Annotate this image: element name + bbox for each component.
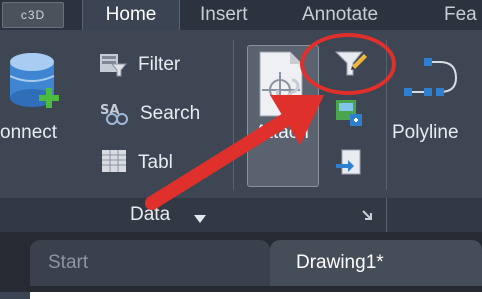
tab-feature[interactable]: Fea bbox=[444, 0, 482, 30]
footer-separator bbox=[386, 198, 387, 232]
application-button[interactable]: c3D bbox=[2, 2, 64, 28]
drawing-canvas[interactable] bbox=[30, 292, 482, 299]
table-icon[interactable] bbox=[102, 150, 126, 177]
polyline-label[interactable]: Polyline bbox=[392, 122, 459, 144]
dialog-launcher-icon[interactable] bbox=[361, 208, 373, 226]
snap-to-underlay-icon[interactable] bbox=[336, 148, 364, 183]
tab-annotate[interactable]: Annotate bbox=[302, 0, 402, 30]
ribbon-tab-strip: c3D Home Insert Annotate Fea bbox=[0, 0, 482, 30]
connect-label[interactable]: onnect bbox=[0, 122, 57, 144]
annotation-arrow-icon bbox=[140, 85, 340, 220]
filter-label[interactable]: Filter bbox=[138, 54, 180, 76]
polyline-icon[interactable] bbox=[400, 52, 460, 107]
filter-icon[interactable] bbox=[100, 52, 128, 83]
tab-drawing1[interactable]: Drawing1* bbox=[270, 240, 482, 286]
tab-home[interactable]: Home bbox=[82, 0, 180, 30]
tab-start[interactable]: Start bbox=[30, 240, 270, 286]
search-icon[interactable]: SA bbox=[100, 100, 130, 133]
tab-insert[interactable]: Insert bbox=[200, 0, 270, 30]
adjust-image-icon[interactable] bbox=[336, 100, 364, 133]
database-connect-icon[interactable] bbox=[9, 52, 64, 115]
